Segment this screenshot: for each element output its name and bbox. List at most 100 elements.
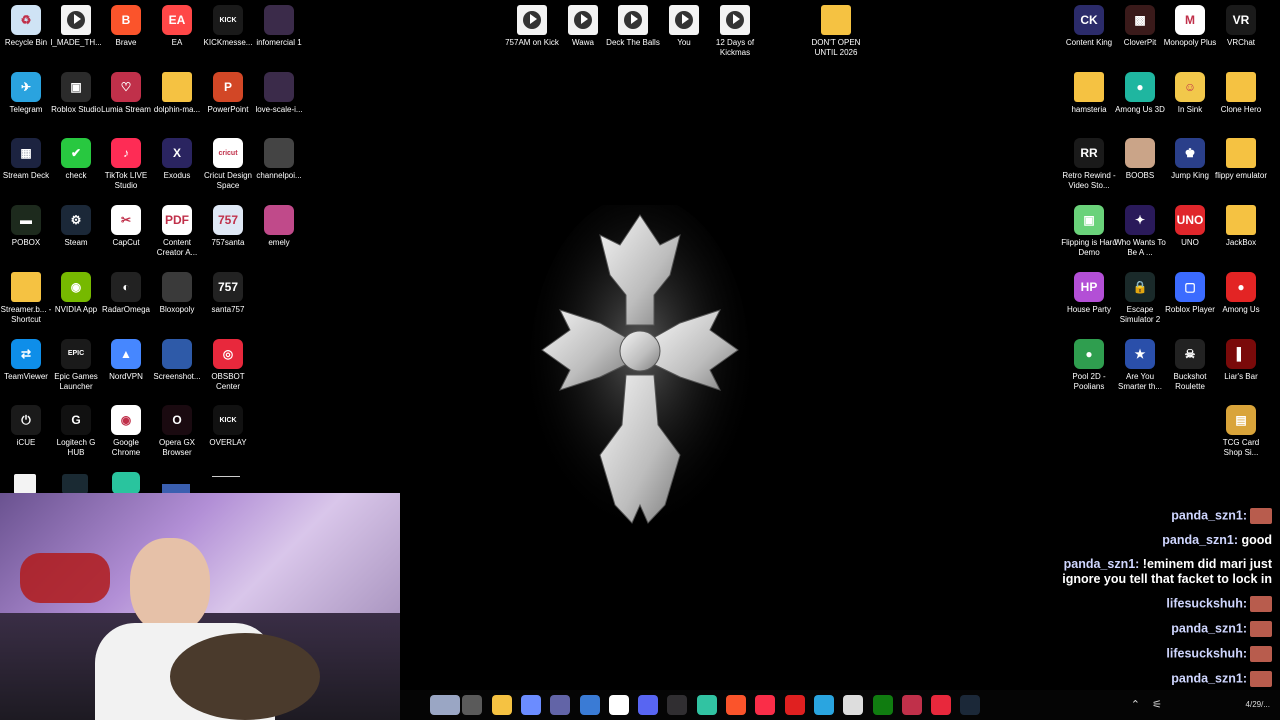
desktop-icon[interactable]: ☠ Buckshot Roulette (1164, 338, 1216, 392)
desktop-icon[interactable]: ▩ CloverPit (1114, 5, 1166, 48)
desktop-icon[interactable]: KICK KICKmesse... (202, 5, 254, 48)
desktop-icon[interactable]: channelpoi... (253, 138, 305, 181)
desktop-icon[interactable]: ▦ Stream Deck (0, 138, 52, 181)
desktop-icon[interactable]: KICK OVERLAY (202, 405, 254, 448)
tray-chevron-icon[interactable]: ⌃ (1131, 698, 1140, 711)
desktop-icon[interactable]: 757 757santa (202, 205, 254, 248)
taskbar-task-view-icon[interactable] (462, 695, 483, 715)
desktop-icon[interactable]: HP House Party (1063, 271, 1115, 315)
desktop-icon[interactable]: hamsteria (1063, 71, 1115, 115)
desktop-icon[interactable]: ▢ Roblox Player (1164, 271, 1216, 315)
taskbar-discord-icon[interactable] (638, 695, 659, 715)
desktop-icon[interactable]: UNO UNO (1164, 205, 1216, 248)
desktop-icon[interactable]: ◐ RadarOmega (100, 271, 152, 315)
desktop-icon[interactable]: ▣ Flipping is Hard Demo (1061, 205, 1117, 258)
desktop-icon[interactable]: I_MADE_TH... (50, 5, 102, 48)
desktop-icon[interactable]: ⏻ iCUE (0, 405, 52, 448)
desktop-icon[interactable]: ◉ Google Chrome (100, 405, 152, 458)
taskbar-stack-icon[interactable] (843, 695, 864, 715)
millionaire-icon: ✦ (1125, 205, 1155, 236)
taskbar-teams-icon[interactable] (550, 695, 571, 715)
desktop-icon[interactable]: ♚ Jump King (1164, 138, 1216, 181)
taskbar-clock[interactable]: 4/29/... (1246, 700, 1270, 709)
desktop-icon[interactable]: Bloxopoly (151, 271, 203, 315)
desktop-icon[interactable]: ▌ Liar's Bar (1215, 338, 1267, 382)
desktop-icon[interactable]: DON'T OPEN UNTIL 2026 (810, 5, 862, 58)
taskbar-obsbot-icon[interactable] (931, 695, 952, 715)
desktop-icon[interactable]: 12 Days of Kickmas (709, 5, 761, 58)
desktop-icon[interactable]: EA EA (151, 5, 203, 48)
desktop-icon[interactable]: dolphin-ma... (151, 71, 203, 115)
desktop-icon[interactable]: ◉ NVIDIA App (50, 271, 102, 315)
desktop-icon[interactable]: M Monopoly Plus (1164, 5, 1216, 48)
desktop-icon[interactable]: ▤ TCG Card Shop Si... (1215, 405, 1267, 458)
desktop-icon[interactable]: 757AM on Kick (505, 5, 559, 48)
taskbar-store-icon[interactable] (579, 695, 600, 715)
desktop-icon[interactable]: ◎ OBSBOT Center (202, 338, 254, 392)
desktop-icon[interactable]: BOOBS (1114, 138, 1166, 181)
taskbar-chrome-icon[interactable] (608, 695, 629, 715)
taskbar-streamlabs-icon[interactable] (696, 695, 717, 715)
desktop-icon[interactable]: love-scale-i... (253, 71, 305, 115)
desktop-icon[interactable]: infomercial 1 (253, 5, 305, 48)
taskbar-file-explorer-icon[interactable] (491, 695, 512, 715)
partial-file-icon[interactable] (14, 474, 36, 494)
desktop-icon[interactable]: EPIC Epic Games Launcher (50, 338, 102, 392)
desktop-icon[interactable]: ● Among Us 3D (1114, 71, 1166, 115)
desktop-icon[interactable]: ✈ Telegram (0, 71, 52, 115)
partial-app-icon[interactable] (112, 472, 140, 494)
desktop-icon[interactable]: 757 santa757 (202, 271, 254, 315)
desktop-icon[interactable]: B Brave (100, 5, 152, 48)
desktop-icon[interactable]: ♻ Recycle Bin (0, 5, 52, 48)
taskbar-brave-icon[interactable] (726, 695, 746, 715)
desktop-icon[interactable]: ☺ In Sink (1164, 71, 1216, 115)
desktop-icon[interactable]: ♪ TikTok LIVE Studio (100, 138, 152, 191)
desktop-icon-label: TCG Card Shop Si... (1222, 438, 1260, 458)
desktop-icon[interactable]: ● Pool 2D - Poolians (1063, 338, 1115, 392)
desktop-icon[interactable]: Deck The Balls (606, 5, 660, 48)
taskbar-copilot-icon[interactable] (520, 695, 541, 715)
desktop-icon[interactable]: Streamer.b... - Shortcut (0, 271, 52, 325)
desktop-icon[interactable]: ✂ CapCut (100, 205, 152, 248)
image-file-icon (264, 205, 294, 236)
desktop-icon[interactable]: 🔒 Escape Simulator 2 (1114, 271, 1166, 325)
desktop-icon[interactable]: VR VRChat (1215, 5, 1267, 48)
desktop-icon[interactable]: O Opera GX Browser (151, 405, 203, 458)
desktop-icon[interactable]: X Exodus (151, 138, 203, 181)
desktop-icon[interactable]: RR Retro Rewind - Video Sto... (1062, 138, 1116, 191)
desktop-icon-label: Are You Smarter th... (1117, 371, 1162, 391)
desktop-icon[interactable]: ▲ NordVPN (100, 338, 152, 382)
desktop-icon[interactable]: ▣ Roblox Studio (50, 71, 102, 115)
desktop-icon[interactable]: Wawa (557, 5, 609, 48)
taskbar-xbox-icon[interactable] (872, 695, 893, 715)
desktop-icon[interactable]: JackBox (1215, 205, 1267, 248)
desktop-icon[interactable]: P PowerPoint (202, 71, 254, 115)
desktop-icon[interactable]: ⚙ Steam (50, 205, 102, 248)
desktop-icon[interactable]: ✔ check (50, 138, 102, 181)
desktop-icon[interactable]: ♡ Lumia Stream (100, 71, 152, 115)
desktop-icon-label: Bloxopoly (159, 304, 195, 314)
desktop-icon[interactable]: G Logitech G HUB (50, 405, 102, 458)
desktop-icon[interactable]: ● Among Us (1215, 271, 1267, 315)
desktop-icon[interactable]: You (658, 5, 710, 48)
desktop-icon[interactable]: ⇄ TeamViewer (0, 338, 52, 382)
desktop-icon[interactable]: cricut Cricut Design Space (202, 138, 254, 191)
taskbar-obs-icon[interactable] (667, 695, 688, 715)
taskbar-steam-icon[interactable] (960, 695, 981, 715)
taskbar-weather-icon[interactable] (430, 695, 460, 715)
taskbar-red-diamond-icon[interactable] (784, 695, 805, 715)
partial-app-icon[interactable] (62, 474, 88, 494)
desktop-icon[interactable]: CK Content King (1063, 5, 1115, 48)
taskbar-edge-icon[interactable] (813, 695, 834, 715)
network-icon[interactable]: ⚟ (1152, 698, 1162, 711)
desktop-icon[interactable]: emely (253, 205, 305, 248)
taskbar-game-icon[interactable] (901, 695, 922, 715)
desktop-icon[interactable]: Screenshot... (151, 338, 203, 382)
taskbar-music-icon[interactable] (755, 695, 776, 715)
desktop-icon[interactable]: ✦ Who Wants To Be A ... (1114, 205, 1166, 258)
desktop-icon[interactable]: PDF Content Creator A... (151, 205, 203, 258)
desktop-icon[interactable]: ▬ POBOX (0, 205, 52, 248)
desktop-icon[interactable]: flippy emulator (1215, 138, 1267, 181)
desktop-icon[interactable]: Clone Hero (1215, 71, 1267, 115)
desktop-icon[interactable]: ★ Are You Smarter th... (1114, 338, 1166, 392)
